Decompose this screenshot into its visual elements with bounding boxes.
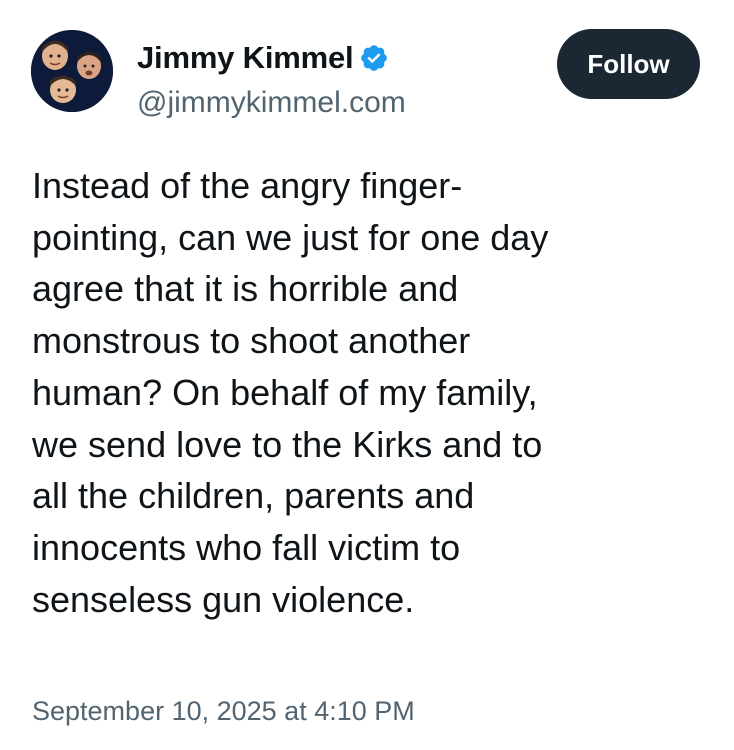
- post-card: Jimmy Kimmel @jimmykimmel.com Follow Ins…: [0, 0, 734, 750]
- verified-check-icon: [359, 43, 389, 73]
- author-display-name[interactable]: Jimmy Kimmel: [137, 40, 354, 76]
- author-handle[interactable]: @jimmykimmel.com: [137, 86, 406, 120]
- follow-button[interactable]: Follow: [557, 29, 700, 99]
- author-block: Jimmy Kimmel @jimmykimmel.com: [137, 36, 406, 120]
- name-row: Jimmy Kimmel: [137, 36, 406, 80]
- post-timestamp[interactable]: September 10, 2025 at 4:10 PM: [32, 696, 415, 727]
- avatar[interactable]: [31, 30, 113, 112]
- post-text: Instead of the angry finger- pointing, c…: [32, 165, 549, 620]
- avatar-image: [31, 30, 113, 112]
